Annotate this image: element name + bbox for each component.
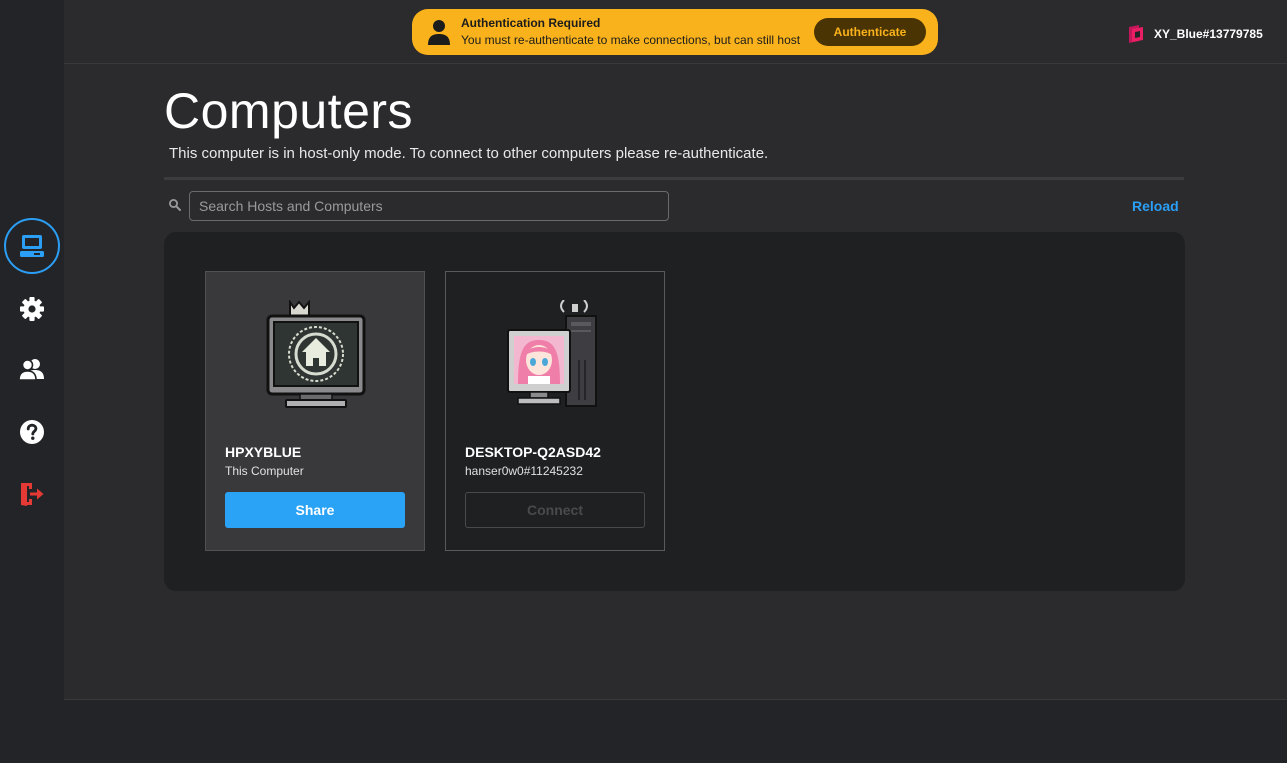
computer-card[interactable]: DESKTOP-Q2ASD42 hanser0w0#11245232 Conne… (445, 271, 665, 551)
main-content: Authentication Required You must re-auth… (64, 0, 1287, 700)
nav-computers-button[interactable] (4, 218, 60, 274)
reload-link[interactable]: Reload (1132, 198, 1179, 214)
page-title: Computers (164, 83, 414, 139)
user-avatar-icon (1129, 25, 1143, 43)
computer-subtitle: hanser0w0#11245232 (465, 464, 583, 478)
computer-card[interactable]: HPXYBLUE This Computer Share (205, 271, 425, 551)
authenticate-button[interactable]: Authenticate (814, 18, 926, 46)
logout-icon (21, 483, 44, 506)
nav-logout-button[interactable] (4, 466, 60, 522)
users-icon (18, 359, 44, 381)
auth-title: Authentication Required (461, 16, 601, 30)
computer-name: HPXYBLUE (225, 444, 302, 460)
nav-help-button[interactable] (4, 404, 60, 460)
nav-settings-button[interactable] (4, 281, 60, 337)
nav-friends-button[interactable] (4, 341, 60, 397)
help-icon (20, 420, 44, 444)
connect-button[interactable]: Connect (465, 492, 645, 528)
gear-icon (20, 297, 44, 321)
divider (164, 177, 1184, 180)
auth-banner: Authentication Required You must re-auth… (412, 9, 938, 55)
laptop-icon (20, 235, 44, 257)
auth-message: You must re-authenticate to make connect… (461, 33, 801, 47)
top-bar: Authentication Required You must re-auth… (64, 0, 1287, 64)
computers-panel: HPXYBLUE This Computer Share DESKTOP-Q2A… (164, 232, 1185, 591)
share-button[interactable]: Share (225, 492, 405, 528)
user-account[interactable]: XY_Blue#13779785 (1128, 24, 1263, 44)
page-subtitle: This computer is in host-only mode. To c… (169, 145, 769, 162)
user-icon (428, 20, 450, 45)
search-icon (169, 199, 181, 211)
bottom-bar (0, 700, 1287, 763)
computer-name: DESKTOP-Q2ASD42 (465, 444, 601, 460)
remote-computer-icon (507, 300, 597, 407)
computer-subtitle: This Computer (225, 464, 304, 478)
search-input[interactable] (189, 191, 669, 221)
user-name: XY_Blue#13779785 (1154, 27, 1263, 41)
home-monitor-icon (266, 300, 366, 408)
sidebar (0, 0, 64, 763)
